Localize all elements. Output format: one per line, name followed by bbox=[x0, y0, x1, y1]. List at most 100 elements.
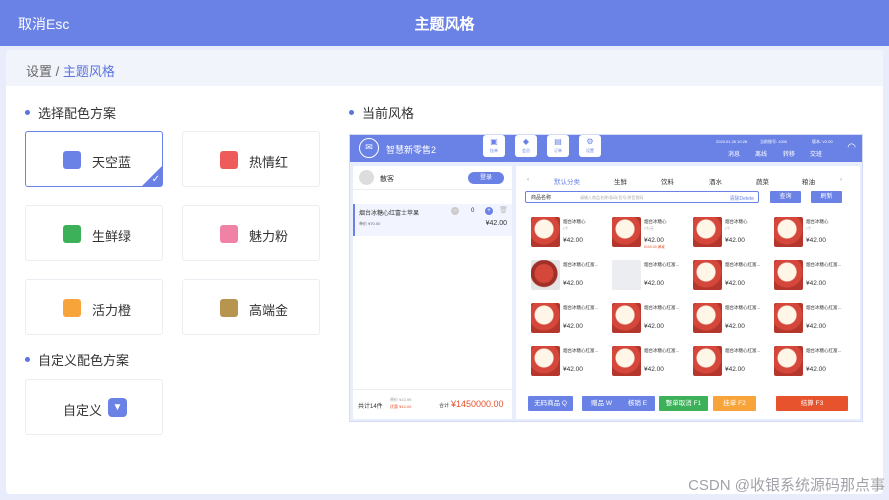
scheme-option[interactable]: 天空蓝 ✓ bbox=[25, 131, 163, 187]
tool-icon: ▣ bbox=[490, 137, 498, 146]
preview-category-tab: 默认分类 bbox=[554, 179, 580, 186]
tool-icon: ◆ bbox=[522, 137, 530, 146]
color-swatch bbox=[63, 299, 81, 317]
product-price: ¥42.00 bbox=[806, 280, 826, 287]
breadcrumb-parent[interactable]: 设置 bbox=[26, 64, 52, 79]
preview-topbar: ✉ 智慧新零售2 ▣ 挂单 ◆ 会员 ▤ 订单 ⚙ 设置 2023.01.26 10:28 当… bbox=[350, 135, 862, 162]
preview-category-tab: 饮料 bbox=[661, 179, 674, 186]
search-clear: 清除Delete bbox=[729, 196, 754, 202]
product-image bbox=[531, 260, 560, 290]
preview-product-card: 烟台冰糖心红富... ¥42.00 bbox=[774, 260, 852, 294]
product-spec: /个 bbox=[806, 226, 812, 231]
scheme-label: 热情红 bbox=[249, 155, 289, 170]
scheme-option[interactable]: 活力橙 bbox=[25, 279, 163, 335]
product-price: ¥42.00 bbox=[563, 366, 583, 373]
preview-product-card: 烟台冰糖心红富... ¥42.00 bbox=[774, 303, 852, 337]
preview-category-tab: 蔬菜 bbox=[756, 179, 769, 186]
trash-icon: 🗑 bbox=[499, 207, 508, 214]
preview-product-card: 烟台冰糖心/个/斤 ¥42.00 ¥100.00 满减 bbox=[612, 217, 690, 251]
preview-product-card: 烟台冰糖心红富... ¥42.00 bbox=[531, 346, 609, 380]
main-card: 设置 / 主题风格 选择配色方案 天空蓝 ✓ 热情红 生鲜绿 魅力粉 活力橙 高端金 自定义… bbox=[6, 50, 883, 494]
wifi-icon: ◠ bbox=[847, 142, 856, 153]
preview-brand: 智慧新零售2 bbox=[386, 145, 437, 155]
product-spec: /个/斤 bbox=[644, 226, 655, 231]
product-name: 烟台冰糖心红富... bbox=[563, 305, 599, 310]
preview-product-card: 烟台冰糖心红富... ¥42.00 bbox=[612, 346, 690, 380]
product-price: ¥42.00 bbox=[806, 237, 826, 244]
avatar bbox=[359, 170, 374, 185]
product-price: ¥42.00 bbox=[563, 280, 583, 287]
product-price: ¥42.00 bbox=[644, 366, 664, 373]
cart-discount: 优惠 ¥13.00 bbox=[390, 404, 412, 409]
preview-datetime: 2023.01.26 10:28 bbox=[716, 139, 748, 144]
product-name: 烟台冰糖心红富... bbox=[563, 348, 599, 353]
preview-product-card: 烟台冰糖心红富... ¥42.00 bbox=[531, 260, 609, 294]
section-title-preview: 当前风格 bbox=[349, 103, 414, 122]
product-name: 烟台冰糖心红富... bbox=[725, 305, 761, 310]
preview-action-button: 挂单 F2 bbox=[713, 396, 756, 411]
scheme-option[interactable]: 热情红 bbox=[182, 131, 320, 187]
preview-customer-row: 散客 登录 bbox=[353, 166, 512, 190]
product-price: ¥42.00 bbox=[725, 323, 745, 330]
custom-scheme-select[interactable]: 自定义 ▼ bbox=[25, 379, 163, 435]
product-price: ¥42.00 bbox=[725, 366, 745, 373]
search-field-select: 商品名称 bbox=[531, 195, 552, 201]
preview-cart-item: 烟台冰糖心红富士苹果 单价 ¥70.00 − 0 + 🗑 ¥42.00 bbox=[353, 204, 512, 236]
product-name: 烟台冰糖心红富... bbox=[806, 262, 842, 267]
preview-query-button: 查询 bbox=[770, 191, 801, 203]
preview-tool-2: ▤ 订单 bbox=[547, 135, 569, 157]
color-swatch bbox=[220, 151, 238, 169]
tool-icon: ⚙ bbox=[586, 137, 594, 146]
product-spec: /个 bbox=[725, 226, 731, 231]
preview-product-card: 烟台冰糖心/个 ¥42.00 bbox=[774, 217, 852, 251]
chevron-left-icon: ‹ bbox=[527, 176, 530, 183]
tool-label: 挂单 bbox=[490, 148, 498, 153]
preview-cart-footer: 共计14件 原价 ¥13.99 优惠 ¥13.00 合计 ¥1450000.00 bbox=[353, 389, 512, 419]
preview-tool-0: ▣ 挂单 bbox=[483, 135, 505, 157]
chevron-right-icon: › bbox=[840, 176, 843, 183]
preview-category-tab: 生鲜 bbox=[614, 179, 627, 186]
preview-top-link: 消息 bbox=[728, 152, 741, 158]
preview-tool-1: ◆ 会员 bbox=[515, 135, 537, 157]
preview-product-card: 烟台冰糖心红富... ¥42.00 bbox=[693, 260, 771, 294]
scheme-option[interactable]: 魅力粉 bbox=[182, 205, 320, 261]
product-name: 烟台冰糖心红富... bbox=[644, 348, 680, 353]
preview-version: 版本: V2.00 bbox=[812, 139, 833, 144]
tool-label: 设置 bbox=[586, 148, 594, 153]
scheme-option[interactable]: 生鲜绿 bbox=[25, 205, 163, 261]
color-swatch bbox=[63, 151, 81, 169]
preview-tool-3: ⚙ 设置 bbox=[579, 135, 601, 157]
preview-product-card: 烟台冰糖心/个 ¥42.00 bbox=[531, 217, 609, 251]
product-price: ¥42.00 bbox=[725, 280, 745, 287]
color-swatch bbox=[220, 299, 238, 317]
preview-cart-panel: 散客 登录 烟台冰糖心红富士苹果 单价 ¥70.00 − 0 + 🗑 ¥42.0… bbox=[353, 166, 512, 419]
preview-action-button: 赠品 W bbox=[582, 396, 621, 411]
preview-top-link: 离线 bbox=[755, 152, 768, 158]
preview-action-button: 无码商品 Q bbox=[528, 396, 573, 411]
preview-product-card: 烟台冰糖心红富... ¥42.00 bbox=[612, 260, 690, 294]
breadcrumb: 设置 / 主题风格 bbox=[6, 50, 883, 86]
product-name: 烟台冰糖心红富... bbox=[725, 262, 761, 267]
preview-refresh-button: 刷新 bbox=[811, 191, 842, 203]
scheme-label: 魅力粉 bbox=[249, 229, 289, 244]
product-price: ¥42.00 bbox=[644, 237, 664, 244]
preview-category-tab: 粮油 bbox=[802, 179, 815, 186]
preview-product-card: 烟台冰糖心红富... ¥42.00 bbox=[693, 303, 771, 337]
product-price: ¥42.00 bbox=[644, 280, 664, 287]
bullet-dot bbox=[25, 110, 30, 116]
product-image bbox=[531, 346, 560, 376]
theme-preview: ✉ 智慧新零售2 ▣ 挂单 ◆ 会员 ▤ 订单 ⚙ 设置 2023.01.26 10:28 当… bbox=[349, 134, 863, 422]
breadcrumb-current: 主题风格 bbox=[62, 64, 115, 79]
product-price: ¥42.00 bbox=[806, 323, 826, 330]
chevron-down-icon[interactable]: ▼ bbox=[108, 398, 127, 417]
preview-login-button: 登录 bbox=[468, 172, 504, 184]
product-spec: /个 bbox=[563, 226, 569, 231]
product-image bbox=[693, 260, 722, 290]
product-price: ¥42.00 bbox=[644, 323, 664, 330]
scheme-option[interactable]: 高端金 bbox=[182, 279, 320, 335]
minus-icon: − bbox=[451, 207, 459, 215]
preview-action-button: 结算 F3 bbox=[776, 396, 848, 411]
product-name: 烟台冰糖心 bbox=[725, 219, 748, 224]
cart-item-total: ¥42.00 bbox=[485, 220, 507, 227]
scheme-label: 生鲜绿 bbox=[92, 229, 132, 244]
